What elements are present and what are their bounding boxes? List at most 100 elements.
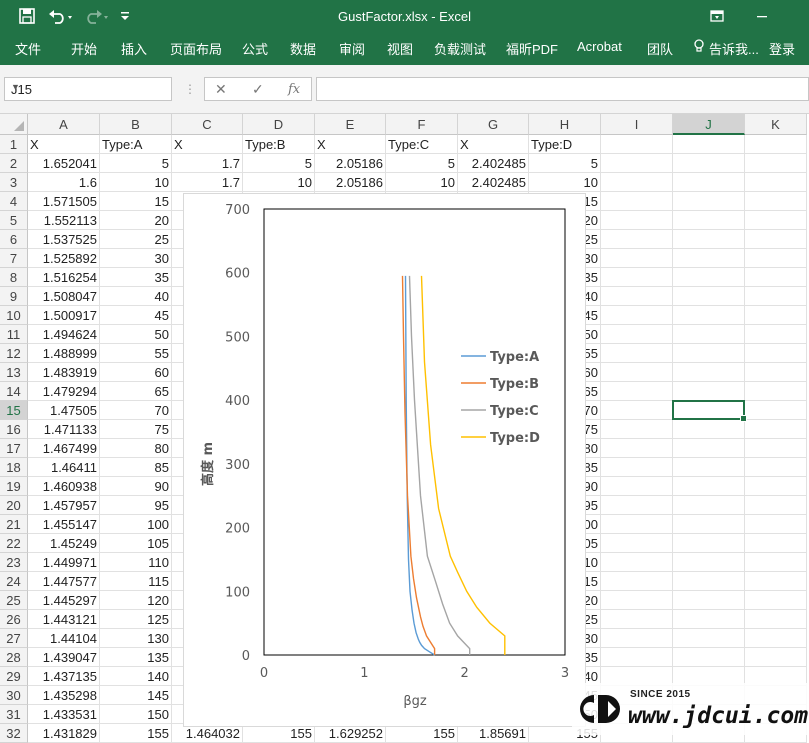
- table-cell[interactable]: 1.467499: [28, 439, 100, 458]
- table-cell[interactable]: 1.437135: [28, 667, 100, 686]
- grid-cell[interactable]: [745, 401, 807, 420]
- grid-cell[interactable]: [745, 648, 807, 667]
- table-cell[interactable]: 1.525892: [28, 249, 100, 268]
- header-cell[interactable]: X: [28, 135, 100, 154]
- tab-view[interactable]: 视图: [387, 39, 413, 58]
- row-header[interactable]: 4: [0, 192, 28, 211]
- table-cell[interactable]: 1.449971: [28, 553, 100, 572]
- tab-file[interactable]: 文件: [15, 39, 41, 58]
- grid-cell[interactable]: [745, 610, 807, 629]
- grid-cell[interactable]: [745, 135, 807, 154]
- grid-cell[interactable]: [745, 439, 807, 458]
- row-header[interactable]: 9: [0, 287, 28, 306]
- table-cell[interactable]: 1.447577: [28, 572, 100, 591]
- table-cell[interactable]: 1.47505: [28, 401, 100, 420]
- grid-cell[interactable]: [745, 325, 807, 344]
- grid-cell[interactable]: [673, 458, 745, 477]
- grid-cell[interactable]: [673, 420, 745, 439]
- grid-cell[interactable]: [745, 268, 807, 287]
- table-cell[interactable]: 1.457957: [28, 496, 100, 515]
- grid-cell[interactable]: [601, 534, 673, 553]
- column-header-i[interactable]: I: [601, 114, 673, 135]
- row-header[interactable]: 23: [0, 553, 28, 572]
- grid-cell[interactable]: [601, 344, 673, 363]
- table-cell[interactable]: 5: [100, 154, 172, 173]
- grid-cell[interactable]: [673, 230, 745, 249]
- chevron-down-icon[interactable]: ▼: [11, 82, 166, 92]
- table-cell[interactable]: 1.455147: [28, 515, 100, 534]
- lightbulb-icon[interactable]: [693, 39, 705, 56]
- grid-cell[interactable]: [601, 135, 673, 154]
- table-cell[interactable]: 1.483919: [28, 363, 100, 382]
- column-header-g[interactable]: G: [458, 114, 529, 135]
- tab-load-test[interactable]: 负载测试: [434, 39, 486, 58]
- minimize-icon[interactable]: [752, 6, 772, 26]
- ribbon-display-options-icon[interactable]: [707, 6, 727, 26]
- table-cell[interactable]: 2.05186: [315, 173, 386, 192]
- table-cell[interactable]: 1.516254: [28, 268, 100, 287]
- table-cell[interactable]: 15: [100, 192, 172, 211]
- row-header[interactable]: 31: [0, 705, 28, 724]
- grid-cell[interactable]: [601, 268, 673, 287]
- grid-cell[interactable]: [673, 325, 745, 344]
- row-header[interactable]: 7: [0, 249, 28, 268]
- table-cell[interactable]: 35: [100, 268, 172, 287]
- grid-cell[interactable]: [601, 515, 673, 534]
- grid-cell[interactable]: [673, 553, 745, 572]
- grid-cell[interactable]: [673, 382, 745, 401]
- tab-acrobat[interactable]: Acrobat: [577, 39, 622, 54]
- grid-cell[interactable]: [673, 344, 745, 363]
- grid-cell[interactable]: [673, 211, 745, 230]
- grid-cell[interactable]: [673, 306, 745, 325]
- insert-function-button[interactable]: fx: [288, 82, 300, 97]
- column-header-a[interactable]: A: [28, 114, 100, 135]
- active-cell[interactable]: [672, 400, 747, 422]
- table-cell[interactable]: 1.433531: [28, 705, 100, 724]
- row-header[interactable]: 20: [0, 496, 28, 515]
- grid-cell[interactable]: [673, 477, 745, 496]
- tab-formulas[interactable]: 公式: [242, 39, 268, 58]
- table-cell[interactable]: 2.402485: [458, 173, 529, 192]
- table-cell[interactable]: 1.494624: [28, 325, 100, 344]
- grid-cell[interactable]: [673, 249, 745, 268]
- header-cell[interactable]: Type:B: [243, 135, 315, 154]
- grid-cell[interactable]: [745, 287, 807, 306]
- table-cell[interactable]: 90: [100, 477, 172, 496]
- grid-cell[interactable]: [601, 591, 673, 610]
- table-cell[interactable]: 1.508047: [28, 287, 100, 306]
- grid-cell[interactable]: [601, 610, 673, 629]
- grid-cell[interactable]: [745, 477, 807, 496]
- header-cell[interactable]: X: [458, 135, 529, 154]
- grid-cell[interactable]: [673, 192, 745, 211]
- formula-input[interactable]: [316, 77, 809, 101]
- grid-cell[interactable]: [601, 401, 673, 420]
- table-cell[interactable]: 2.402485: [458, 154, 529, 173]
- table-cell[interactable]: 155: [100, 724, 172, 743]
- row-header[interactable]: 17: [0, 439, 28, 458]
- sign-in-link[interactable]: 登录: [769, 39, 795, 58]
- table-cell[interactable]: 10: [529, 173, 601, 192]
- row-header[interactable]: 25: [0, 591, 28, 610]
- row-header[interactable]: 29: [0, 667, 28, 686]
- grid-cell[interactable]: [601, 287, 673, 306]
- grid-cell[interactable]: [745, 249, 807, 268]
- table-cell[interactable]: 150: [100, 705, 172, 724]
- table-cell[interactable]: 65: [100, 382, 172, 401]
- table-cell[interactable]: 75: [100, 420, 172, 439]
- grid-cell[interactable]: [601, 496, 673, 515]
- row-header[interactable]: 16: [0, 420, 28, 439]
- column-header-j[interactable]: J: [673, 114, 745, 135]
- grid-cell[interactable]: [601, 211, 673, 230]
- grid-cell[interactable]: [673, 439, 745, 458]
- row-header[interactable]: 5: [0, 211, 28, 230]
- column-header-h[interactable]: H: [529, 114, 601, 135]
- row-header[interactable]: 1: [0, 135, 28, 154]
- table-cell[interactable]: 1.46411: [28, 458, 100, 477]
- table-cell[interactable]: 1.44104: [28, 629, 100, 648]
- grid-cell[interactable]: [601, 553, 673, 572]
- table-cell[interactable]: 5: [529, 154, 601, 173]
- column-header-c[interactable]: C: [172, 114, 243, 135]
- grid-cell[interactable]: [745, 534, 807, 553]
- table-cell[interactable]: 130: [100, 629, 172, 648]
- table-cell[interactable]: 1.460938: [28, 477, 100, 496]
